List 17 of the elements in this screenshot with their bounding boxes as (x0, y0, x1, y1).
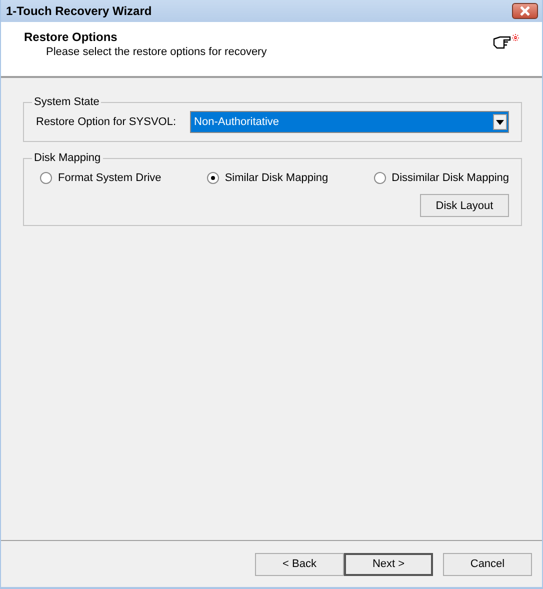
close-icon (518, 6, 532, 16)
window-title: 1-Touch Recovery Wizard (6, 4, 152, 18)
radio-option[interactable]: Dissimilar Disk Mapping (374, 172, 509, 184)
wizard-button[interactable]: Next > (344, 552, 433, 576)
group-title: System State (33, 96, 100, 108)
wizard-button[interactable]: < Back (255, 552, 344, 576)
page-subtitle: Please select the restore options for recovery (45, 46, 267, 58)
close-button[interactable] (512, 3, 538, 19)
radio-option[interactable]: Format System Drive (40, 172, 162, 184)
radio-option[interactable]: Similar Disk Mapping (206, 172, 328, 184)
field-label: Restore Option for SYSVOL: (36, 116, 176, 128)
sysvol-dropdown[interactable]: Non-Authoritative (190, 111, 509, 133)
wizard-button[interactable]: Cancel (443, 552, 532, 576)
disk-layout-button[interactable]: Disk Layout (420, 194, 509, 217)
dropdown-arrow-icon (496, 120, 504, 124)
group-title: Disk Mapping (33, 152, 102, 164)
page-title: Restore Options (24, 30, 118, 44)
